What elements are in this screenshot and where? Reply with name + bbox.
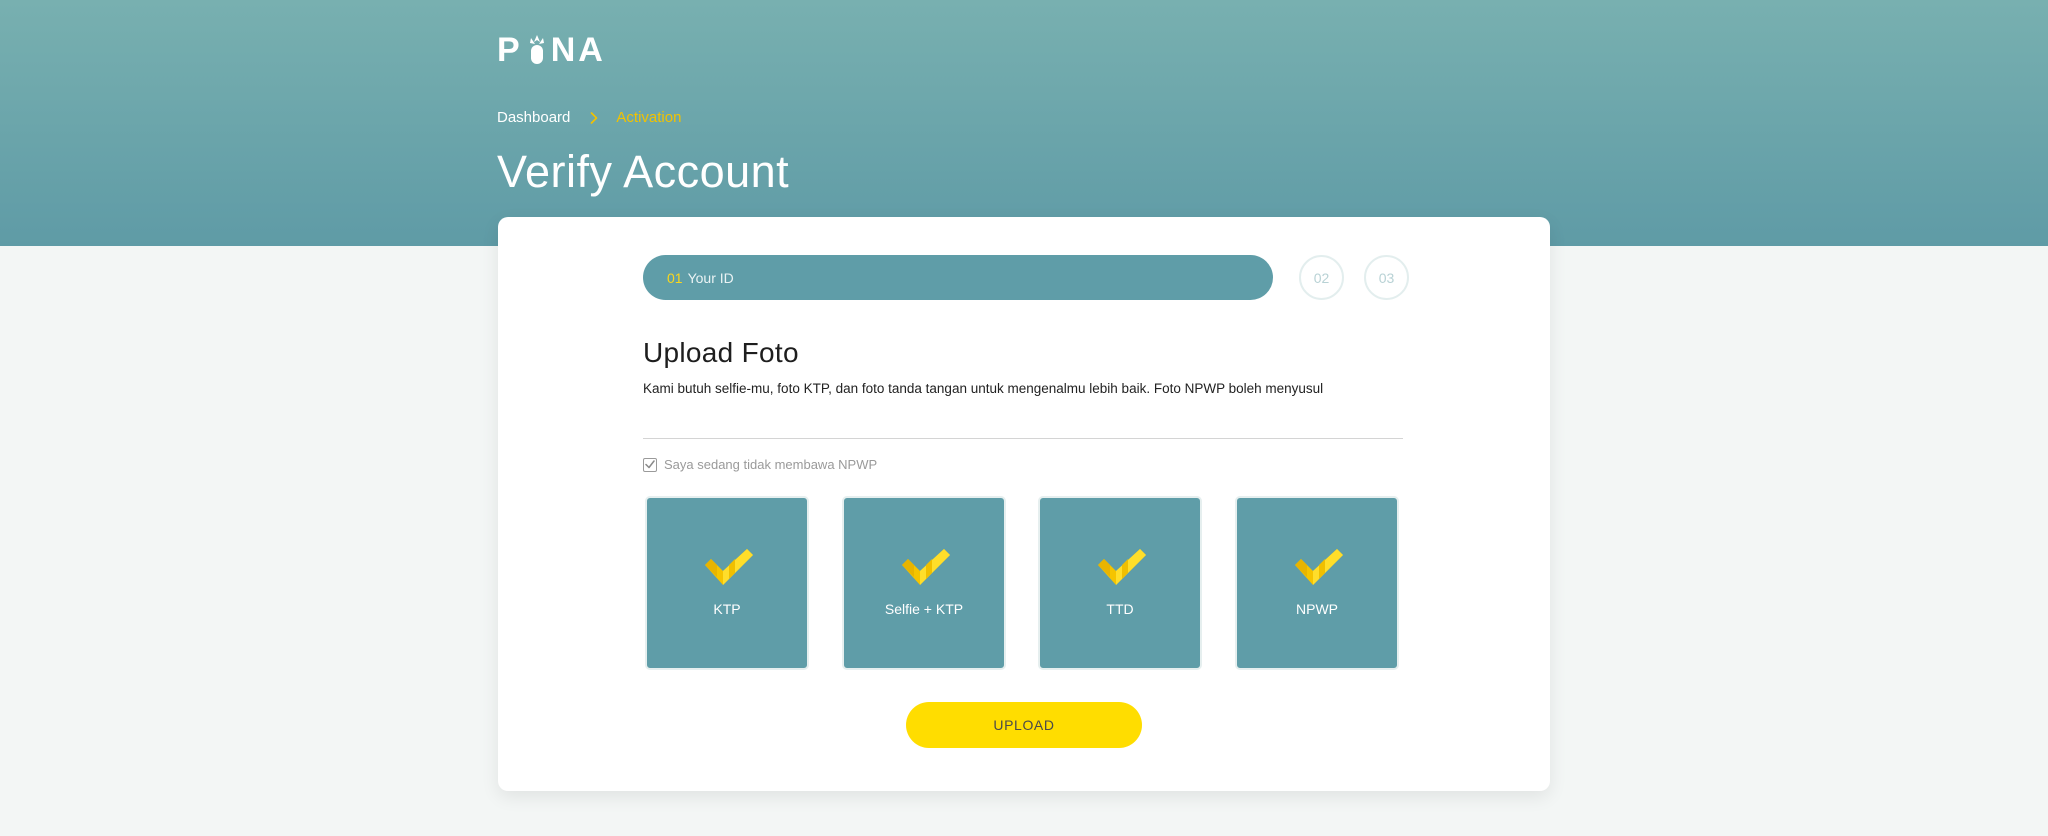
breadcrumb-dashboard-link[interactable]: Dashboard [497,108,570,128]
section-title: Upload Foto [643,337,799,368]
upload-tiles: KTP Selfie + KTP TTD NPWP [645,496,1403,671]
step-label: Your ID [687,269,734,286]
logo-letters-na: NA [550,31,606,69]
divider [643,438,1403,439]
upload-tile-selfie-ktp[interactable]: Selfie + KTP [842,496,1006,670]
no-npwp-label: Saya sedang tidak membawa NPWP [664,457,878,472]
upload-tile-ktp[interactable]: KTP [645,496,809,670]
tile-label-ttd: TTD [1106,601,1134,617]
checkmark-icon [1098,549,1146,585]
tile-label-npwp: NPWP [1296,601,1338,617]
upload-tile-npwp[interactable]: NPWP [1235,496,1399,670]
step-your-id: 01 Your ID [643,255,1273,300]
page-header: P NA Dashboard Activation Verify Account [0,0,2048,246]
no-npwp-checkbox[interactable] [643,457,657,472]
chevron-right-icon [590,112,598,124]
breadcrumb-activation: Activation [616,109,682,126]
progress-stepper: 01 Your ID 02 03 [643,255,1409,300]
pina-logo[interactable]: P NA [497,31,606,69]
step-03: 03 [1364,255,1409,300]
upload-tile-ttd[interactable]: TTD [1038,496,1202,670]
checkmark-icon [1295,549,1343,585]
checkmark-icon [705,549,753,585]
upload-button[interactable]: UPLOAD [906,702,1142,748]
page-title: Verify Account [497,146,790,197]
breadcrumb: Dashboard Activation [497,108,681,128]
tile-label-selfie-ktp: Selfie + KTP [884,601,964,617]
section-description: Kami butuh selfie-mu, foto KTP, dan foto… [643,381,1324,396]
step-02: 02 [1299,255,1344,300]
verify-account-card: 01 Your ID 02 03 Upload Foto Kami butuh … [498,217,1550,791]
step-number: 01 [667,269,683,286]
pineapple-icon [527,35,547,65]
checkmark-small-icon [645,460,655,469]
logo-letter-p: P [497,31,523,69]
checkmark-icon [902,549,950,585]
no-npwp-checkbox-row[interactable]: Saya sedang tidak membawa NPWP [643,457,877,472]
tile-label-ktp: KTP [713,601,741,617]
